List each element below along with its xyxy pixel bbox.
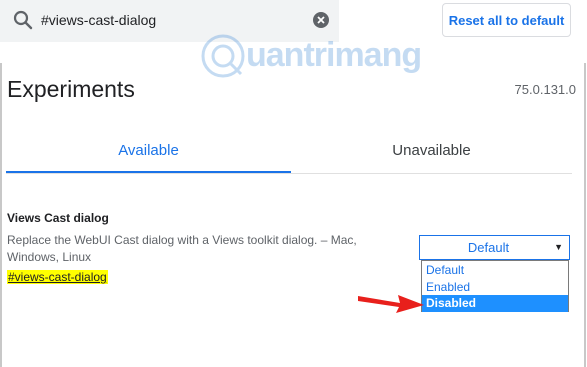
option-disabled[interactable]: Disabled — [422, 295, 568, 312]
watermark: uantrimang — [199, 28, 425, 84]
watermark-logo-icon — [201, 34, 245, 78]
page-title: Experiments — [7, 76, 135, 102]
version-label: 75.0.131.0 — [514, 82, 576, 97]
clear-icon[interactable] — [313, 12, 329, 28]
experiment-select[interactable]: Default ▼ — [419, 235, 570, 260]
select-dropdown-list: Default Enabled Disabled — [421, 260, 569, 312]
tab-unavailable[interactable]: Unavailable — [291, 142, 572, 174]
tab-divider — [6, 173, 572, 174]
experiment-title: Views Cast dialog — [7, 211, 109, 225]
panel-left-border — [0, 63, 2, 367]
reset-all-button[interactable]: Reset all to default — [442, 3, 571, 37]
red-arrow-icon — [358, 295, 424, 313]
search-icon — [13, 10, 33, 30]
panel-right-border — [584, 63, 586, 367]
experiment-description: Replace the WebUI Cast dialog with a Vie… — [7, 233, 357, 264]
experiment-link[interactable]: #views-cast-dialog — [7, 270, 108, 284]
option-default[interactable]: Default — [422, 262, 568, 278]
chevron-down-icon: ▼ — [554, 242, 563, 252]
watermark-text: uantrimang — [246, 36, 422, 74]
select-value: Default — [467, 240, 510, 255]
option-enabled[interactable]: Enabled — [422, 279, 568, 295]
tab-available[interactable]: Available — [6, 142, 291, 174]
search-input[interactable]: #views-cast-dialog — [41, 12, 156, 28]
